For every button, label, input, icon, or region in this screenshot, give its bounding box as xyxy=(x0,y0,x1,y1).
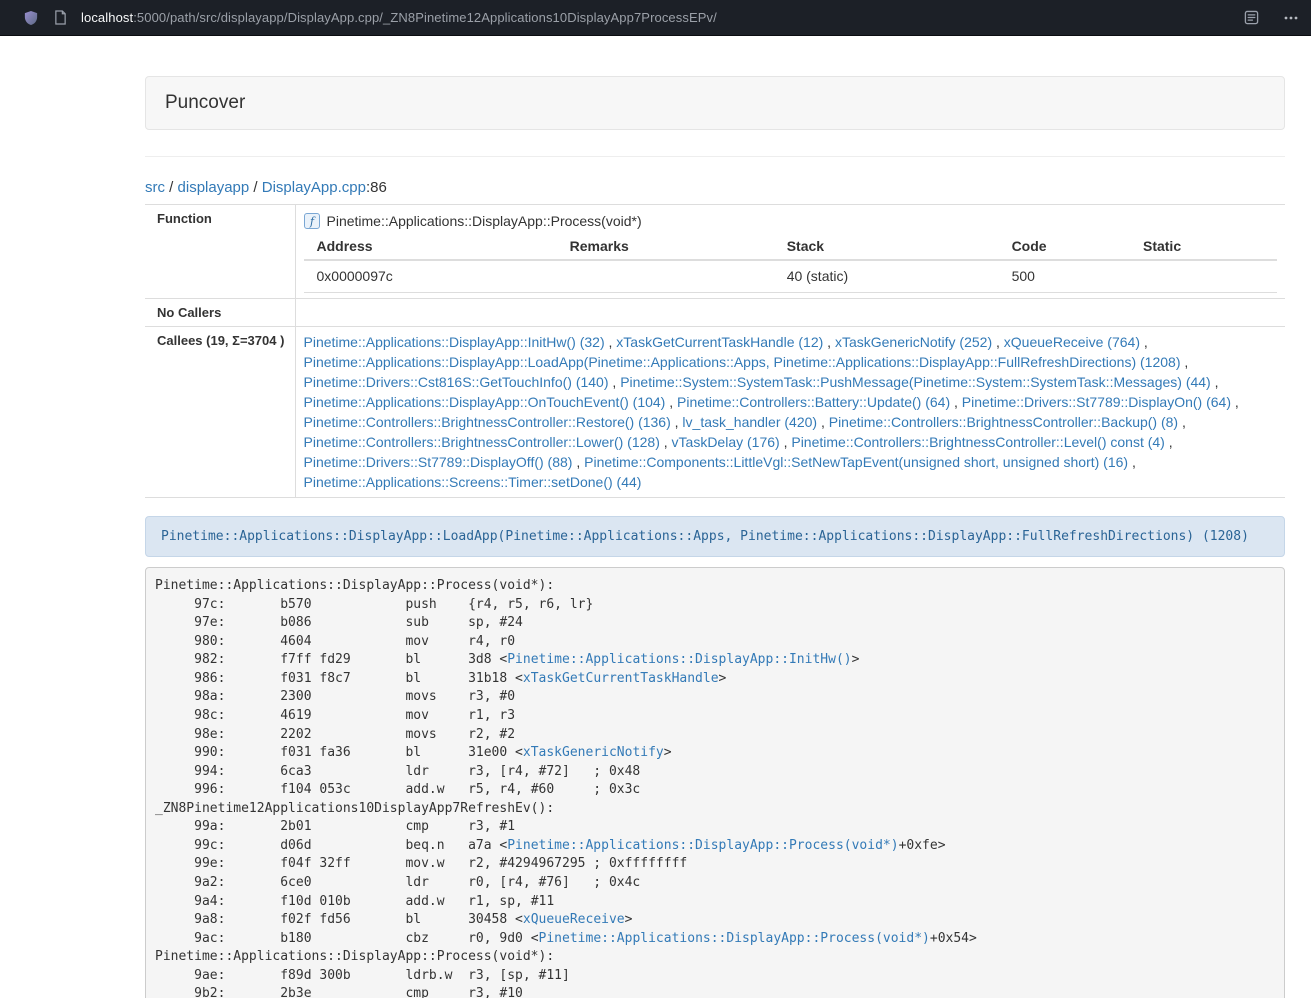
function-cell: f Pinetime::Applications::DisplayApp::Pr… xyxy=(295,205,1285,299)
col-header-stack: Stack xyxy=(774,234,999,260)
callee-link[interactable]: xTaskGenericNotify (252) xyxy=(835,334,992,350)
callee-link[interactable]: Pinetime::Applications::Screens::Timer::… xyxy=(304,474,642,490)
breadcrumb-link[interactable]: DisplayApp.cpp xyxy=(262,179,366,196)
disassembly-symbol-link[interactable]: xTaskGetCurrentTaskHandle xyxy=(523,671,719,686)
table-row-no-callers: No Callers xyxy=(145,299,1285,327)
highlighted-callee-link[interactable]: Pinetime::Applications::DisplayApp::Load… xyxy=(161,529,1249,544)
no-callers-cell xyxy=(295,299,1285,327)
col-header-address: Address xyxy=(304,234,557,260)
callee-link[interactable]: Pinetime::Applications::DisplayApp::OnTo… xyxy=(304,394,666,410)
col-header-static: Static xyxy=(1130,234,1277,260)
highlighted-callee-panel: Pinetime::Applications::DisplayApp::Load… xyxy=(145,516,1285,557)
function-name: Pinetime::Applications::DisplayApp::Proc… xyxy=(327,211,642,231)
url-bar[interactable]: localhost:5000/path/src/displayapp/Displ… xyxy=(81,10,1244,25)
callee-link[interactable]: lv_task_handler (420) xyxy=(682,414,817,430)
callee-link[interactable]: Pinetime::Components::LittleVgl::SetNewT… xyxy=(584,454,1128,470)
callee-link[interactable]: Pinetime::System::SystemTask::PushMessag… xyxy=(620,374,1211,390)
remarks-value xyxy=(557,260,774,293)
breadcrumb-line-number: :86 xyxy=(366,179,387,196)
toolbar-right-icons xyxy=(1244,10,1299,26)
divider xyxy=(145,156,1285,157)
table-row-callees: Callees (19, Σ=3704 ) Pinetime::Applicat… xyxy=(145,327,1285,498)
code-value: 500 xyxy=(999,260,1130,293)
disassembly-symbol-link[interactable]: xQueueReceive xyxy=(523,912,625,927)
table-row-function: Function f Pinetime::Applications::Displ… xyxy=(145,205,1285,299)
disassembly-symbol-link[interactable]: Pinetime::Applications::DisplayApp::Proc… xyxy=(507,838,898,853)
browser-toolbar: localhost:5000/path/src/displayapp/Displ… xyxy=(0,0,1311,36)
callee-link[interactable]: Pinetime::Applications::DisplayApp::Load… xyxy=(304,354,1181,370)
details-header-row: Address Remarks Stack Code Static xyxy=(304,234,1278,260)
stack-value: 40 (static) xyxy=(774,260,999,293)
col-header-code: Code xyxy=(999,234,1130,260)
callee-link[interactable]: Pinetime::Applications::DisplayApp::Init… xyxy=(304,334,605,350)
callees-cell: Pinetime::Applications::DisplayApp::Init… xyxy=(295,327,1285,498)
callee-link[interactable]: xTaskGetCurrentTaskHandle (12) xyxy=(616,334,823,350)
disassembly-code: Pinetime::Applications::DisplayApp::Proc… xyxy=(145,567,1285,998)
url-path: :5000/path/src/displayapp/DisplayApp.cpp… xyxy=(133,10,717,25)
page-content: Puncover src / displayapp / DisplayApp.c… xyxy=(145,76,1285,998)
function-name-line: f Pinetime::Applications::DisplayApp::Pr… xyxy=(304,211,1278,231)
url-host: localhost xyxy=(81,10,133,25)
callee-link[interactable]: Pinetime::Drivers::Cst816S::GetTouchInfo… xyxy=(304,374,609,390)
breadcrumb: src / displayapp / DisplayApp.cpp:86 xyxy=(145,179,1285,196)
no-callers-label: No Callers xyxy=(145,299,295,327)
disassembly-symbol-link[interactable]: xTaskGenericNotify xyxy=(523,745,664,760)
page-identity-icon[interactable] xyxy=(54,10,67,25)
tracking-protection-shield-icon[interactable] xyxy=(24,10,38,26)
function-details-table: Address Remarks Stack Code Static 0x0000… xyxy=(304,234,1278,293)
callee-link[interactable]: Pinetime::Controllers::Battery::Update()… xyxy=(677,394,950,410)
reader-mode-icon[interactable] xyxy=(1244,10,1259,25)
app-header-panel: Puncover xyxy=(145,76,1285,130)
callees-label: Callees (19, Σ=3704 ) xyxy=(145,327,295,498)
function-table: Function f Pinetime::Applications::Displ… xyxy=(145,204,1285,498)
static-value xyxy=(1130,260,1277,293)
callee-link[interactable]: Pinetime::Drivers::St7789::DisplayOff() … xyxy=(304,454,573,470)
breadcrumb-link[interactable]: displayapp xyxy=(178,179,250,196)
overflow-menu-icon[interactable] xyxy=(1283,10,1299,26)
callee-link[interactable]: xQueueReceive (764) xyxy=(1004,334,1140,350)
details-value-row: 0x0000097c 40 (static) 500 xyxy=(304,260,1278,293)
callee-link[interactable]: Pinetime::Controllers::BrightnessControl… xyxy=(304,414,671,430)
callee-link[interactable]: vTaskDelay (176) xyxy=(672,434,780,450)
disassembly-symbol-link[interactable]: Pinetime::Applications::DisplayApp::Proc… xyxy=(539,931,930,946)
function-symbol-icon: f xyxy=(304,213,320,229)
address-value: 0x0000097c xyxy=(304,260,557,293)
col-header-remarks: Remarks xyxy=(557,234,774,260)
breadcrumb-link[interactable]: src xyxy=(145,179,165,196)
page-title: Puncover xyxy=(165,91,1265,115)
callee-link[interactable]: Pinetime::Controllers::BrightnessControl… xyxy=(791,434,1164,450)
disassembly-symbol-link[interactable]: Pinetime::Applications::DisplayApp::Init… xyxy=(507,652,851,667)
callee-link[interactable]: Pinetime::Drivers::St7789::DisplayOn() (… xyxy=(962,394,1231,410)
callee-link[interactable]: Pinetime::Controllers::BrightnessControl… xyxy=(304,434,660,450)
function-row-label: Function xyxy=(145,205,295,299)
callee-link[interactable]: Pinetime::Controllers::BrightnessControl… xyxy=(829,414,1178,430)
